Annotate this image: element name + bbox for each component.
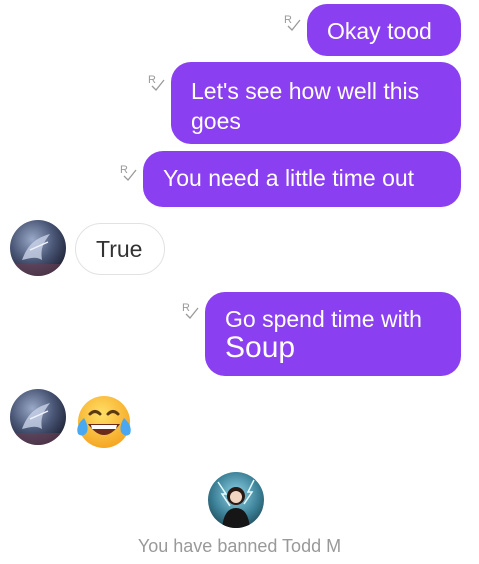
banned-user-avatar[interactable] [208,472,264,528]
svg-text:R: R [148,74,156,86]
read-receipt-icon: R [283,12,301,32]
read-receipt-icon: R [147,72,165,92]
svg-text:R: R [284,14,292,26]
message-text-line2: Soup [225,331,296,364]
contact-avatar[interactable] [10,220,66,276]
face-with-tears-of-joy-icon[interactable] [72,390,136,454]
message-text: Okay tood [327,18,432,44]
message-text: Let's see how well this goes [191,78,420,134]
svg-text:R: R [120,164,128,176]
message-bubble-outgoing[interactable]: Okay tood [307,4,461,56]
message-bubble-incoming[interactable]: True [75,223,165,275]
read-receipt-icon: R [181,300,199,320]
message-text-line1: Go spend time with [225,306,422,332]
read-receipt-icon: R [119,162,137,182]
message-bubble-outgoing[interactable]: You need a little time out [143,151,461,207]
banned-status-text: You have banned Todd M [137,536,342,556]
contact-avatar[interactable] [10,389,66,445]
message-text: True [96,236,143,262]
message-bubble-outgoing[interactable]: Let's see how well this goes [171,62,461,144]
svg-text:R: R [182,302,190,314]
message-bubble-outgoing[interactable]: Go spend time with Soup [205,292,461,376]
message-text: You need a little time out [163,165,415,191]
